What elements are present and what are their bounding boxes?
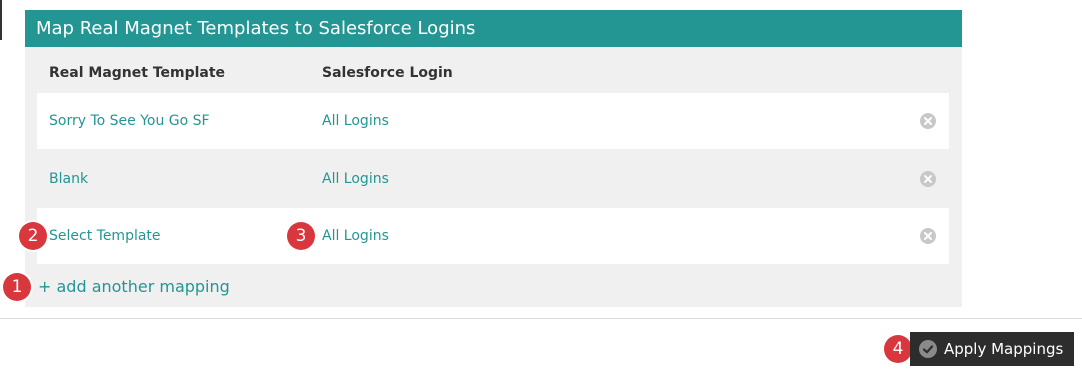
template-link[interactable]: Blank	[49, 171, 88, 187]
column-header-template: Real Magnet Template	[49, 65, 226, 81]
mapping-panel: Map Real Magnet Templates to Salesforce …	[25, 10, 962, 307]
login-link[interactable]: All Logins	[322, 228, 389, 244]
apply-mappings-label: Apply Mappings	[944, 340, 1064, 358]
panel-title: Map Real Magnet Templates to Salesforce …	[25, 10, 962, 47]
window-edge	[0, 0, 2, 40]
remove-circle-icon[interactable]	[920, 113, 936, 129]
mapping-row: Select Template All Logins	[37, 208, 949, 264]
add-mapping-link[interactable]: + add another mapping	[38, 277, 230, 296]
callout-badge-3: 3	[287, 222, 315, 250]
login-link[interactable]: All Logins	[322, 171, 389, 187]
remove-circle-icon[interactable]	[920, 228, 936, 244]
mapping-row: Blank All Logins	[37, 151, 949, 207]
callout-badge-4: 4	[884, 335, 912, 363]
remove-circle-icon[interactable]	[920, 171, 936, 187]
mapping-row: Sorry To See You Go SF All Logins	[37, 93, 949, 149]
callout-badge-1: 1	[3, 273, 31, 301]
column-header-login: Salesforce Login	[322, 65, 453, 81]
footer-divider	[0, 318, 1082, 319]
apply-mappings-button[interactable]: Apply Mappings	[910, 332, 1074, 366]
check-circle-icon	[919, 340, 937, 358]
select-template-link[interactable]: Select Template	[49, 228, 161, 244]
template-link[interactable]: Sorry To See You Go SF	[49, 113, 210, 129]
callout-badge-2: 2	[19, 222, 47, 250]
login-link[interactable]: All Logins	[322, 113, 389, 129]
